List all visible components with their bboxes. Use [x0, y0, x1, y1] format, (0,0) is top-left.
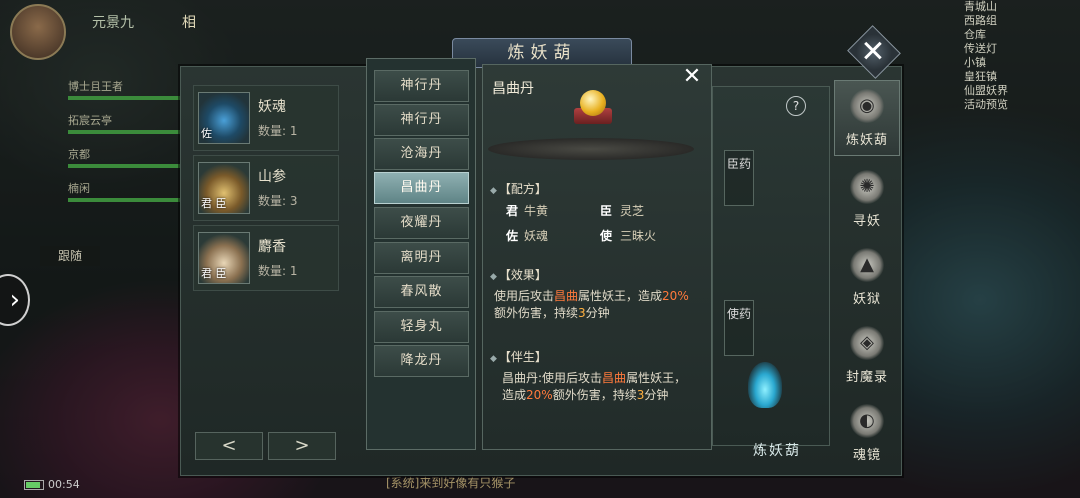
effect-header: ◆ 【效果】 [490, 268, 547, 282]
minimap-labels[interactable]: 青城山 西路组 仓库 传送灯 小镇 皇狂镇 仙盟妖界 活动预览 [964, 0, 1074, 112]
tab-label: 封魔录 [845, 370, 888, 385]
recipe-item[interactable]: 降龙丹 [374, 345, 469, 377]
player-title-char: 相 [182, 15, 196, 31]
formula-value: 灵芝 [620, 204, 645, 218]
player-avatar[interactable] [10, 4, 66, 60]
minimap-label: 传送灯 [964, 42, 997, 55]
formula-value: 妖魂 [524, 229, 549, 243]
pagoda-icon: ▲ [850, 248, 884, 282]
inventory-item-qty: 数量: 1 [258, 264, 298, 278]
fox-mirror-icon: ◐ [850, 404, 884, 438]
musk-powder-icon: 君 臣 [198, 232, 250, 284]
follow-button[interactable]: 跟随 [40, 246, 100, 266]
effect-text: 使用后攻击昌曲属性妖王，造成20%额外伤害，持续3分钟 [494, 289, 689, 320]
tab-label: 魂镜 [852, 448, 881, 463]
inventory-item-name: 山参 [258, 169, 286, 185]
recipe-item[interactable]: 春风散 [374, 276, 469, 308]
tab-label: 妖狱 [852, 292, 881, 307]
formula-value: 牛黄 [524, 204, 549, 218]
inventory-next-button[interactable]: > [268, 432, 336, 460]
team-list: 博士且王者 拓宸云亭 京都 楠闲 [30, 76, 196, 212]
ingredient-inventory: 佐 妖魂 数量: 1 君 臣 山参 数量: 3 君 臣 麝香 数量: 1 [193, 85, 339, 295]
ginseng-root-icon: 君 臣 [198, 162, 250, 214]
inventory-item-qty: 数量: 3 [258, 194, 298, 208]
team-member-hp-bar [68, 164, 196, 168]
team-member-name: 京都 [68, 148, 90, 161]
team-member[interactable]: 京都 [30, 144, 196, 176]
minimap-label: 青城山 [964, 0, 997, 13]
tab-seek-demon[interactable]: ✺ 寻妖 [834, 162, 900, 238]
recipe-item[interactable]: 沧海丹 [374, 138, 469, 170]
tab-demon-prison[interactable]: ▲ 妖狱 [834, 240, 900, 316]
recipe-item-selected[interactable]: 昌曲丹 [374, 172, 469, 204]
formula-role: 使 [600, 229, 613, 243]
clock: 00:54 [48, 478, 80, 491]
inventory-item-name: 麝香 [258, 239, 286, 255]
player-name: 元景九 [92, 15, 134, 31]
refine-button[interactable]: 炼妖葫 [730, 438, 824, 464]
golden-pill-icon [572, 88, 616, 128]
team-member-name: 拓宸云亭 [68, 114, 112, 127]
tab-refine-gourd[interactable]: ◉ 炼妖葫 [834, 80, 900, 156]
minimap-label: 活动预览 [964, 98, 1008, 111]
pill-pedestal-shadow [488, 138, 694, 160]
pill-name: 昌曲丹 [492, 81, 534, 97]
team-member-hp-bar [68, 96, 196, 100]
detail-close-icon[interactable]: ✕ [681, 66, 703, 88]
blue-flame-icon [748, 362, 782, 408]
byproduct-text: 昌曲丹:使用后攻击昌曲属性妖王，造成20%额外伤害，持续3分钟 [502, 371, 687, 402]
team-member-name: 楠闲 [68, 182, 90, 195]
chat-line[interactable]: [系统]来到好像有只猴子 [386, 474, 515, 491]
inventory-item-qty: 数量: 1 [258, 124, 298, 138]
slot-chen-label[interactable]: 臣药 [724, 150, 754, 206]
gourd-icon: ◉ [850, 89, 884, 123]
tab-soul-mirror[interactable]: ◐ 魂镜 [834, 396, 900, 472]
formula-header: ◆ 【配方】 [490, 182, 547, 196]
slot-shi-label[interactable]: 使药 [724, 300, 754, 356]
team-member-name: 博士且王者 [68, 80, 123, 93]
team-member[interactable]: 博士且王者 [30, 76, 196, 108]
team-member[interactable]: 拓宸云亭 [30, 110, 196, 142]
tab-label: 炼妖葫 [845, 133, 888, 148]
inventory-item-role-tag: 佐 [201, 127, 212, 140]
team-member-hp-bar [68, 130, 196, 134]
recipe-item[interactable]: 神行丹 [374, 104, 469, 136]
inventory-item-name: 妖魂 [258, 99, 286, 115]
inventory-item[interactable]: 佐 妖魂 数量: 1 [193, 85, 339, 151]
minimap-label: 仙盟妖界 [964, 84, 1008, 97]
byproduct-header: ◆ 【伴生】 [490, 350, 547, 364]
right-tab-bar: ◉ 炼妖葫 ✺ 寻妖 ▲ 妖狱 ◈ 封魔录 ◐ 魂镜 [834, 80, 900, 470]
minimap-label: 皇狂镇 [964, 70, 997, 83]
blue-soul-flame-icon: 佐 [198, 92, 250, 144]
inventory-prev-button[interactable]: < [195, 432, 263, 460]
tab-seal-record[interactable]: ◈ 封魔录 [834, 318, 900, 394]
demon-mask-icon: ◈ [850, 326, 884, 360]
formula-role: 君 [506, 204, 519, 218]
recipe-item[interactable]: 离明丹 [374, 242, 469, 274]
inventory-item-role-tag: 君 臣 [201, 197, 227, 210]
battery-icon [24, 480, 44, 490]
minimap-label: 西路组 [964, 14, 997, 27]
team-member-hp-bar [68, 198, 196, 202]
minimap-label: 仓库 [964, 28, 986, 41]
tab-label: 寻妖 [852, 214, 881, 229]
inventory-item[interactable]: 君 臣 麝香 数量: 1 [193, 225, 339, 291]
help-icon[interactable]: ? [786, 96, 806, 116]
minimap-label: 小镇 [964, 56, 986, 69]
recipe-item[interactable]: 神行丹 [374, 70, 469, 102]
recipe-item[interactable]: 夜耀丹 [374, 207, 469, 239]
formula-role: 佐 [506, 229, 519, 243]
formula-value: 三昧火 [620, 229, 657, 243]
team-member[interactable]: 楠闲 [30, 178, 196, 210]
inventory-item[interactable]: 君 臣 山参 数量: 3 [193, 155, 339, 221]
formula-role: 臣 [600, 204, 613, 218]
compass-icon: ✺ [850, 170, 884, 204]
recipe-item[interactable]: 轻身丸 [374, 311, 469, 343]
inventory-item-role-tag: 君 臣 [201, 267, 227, 280]
